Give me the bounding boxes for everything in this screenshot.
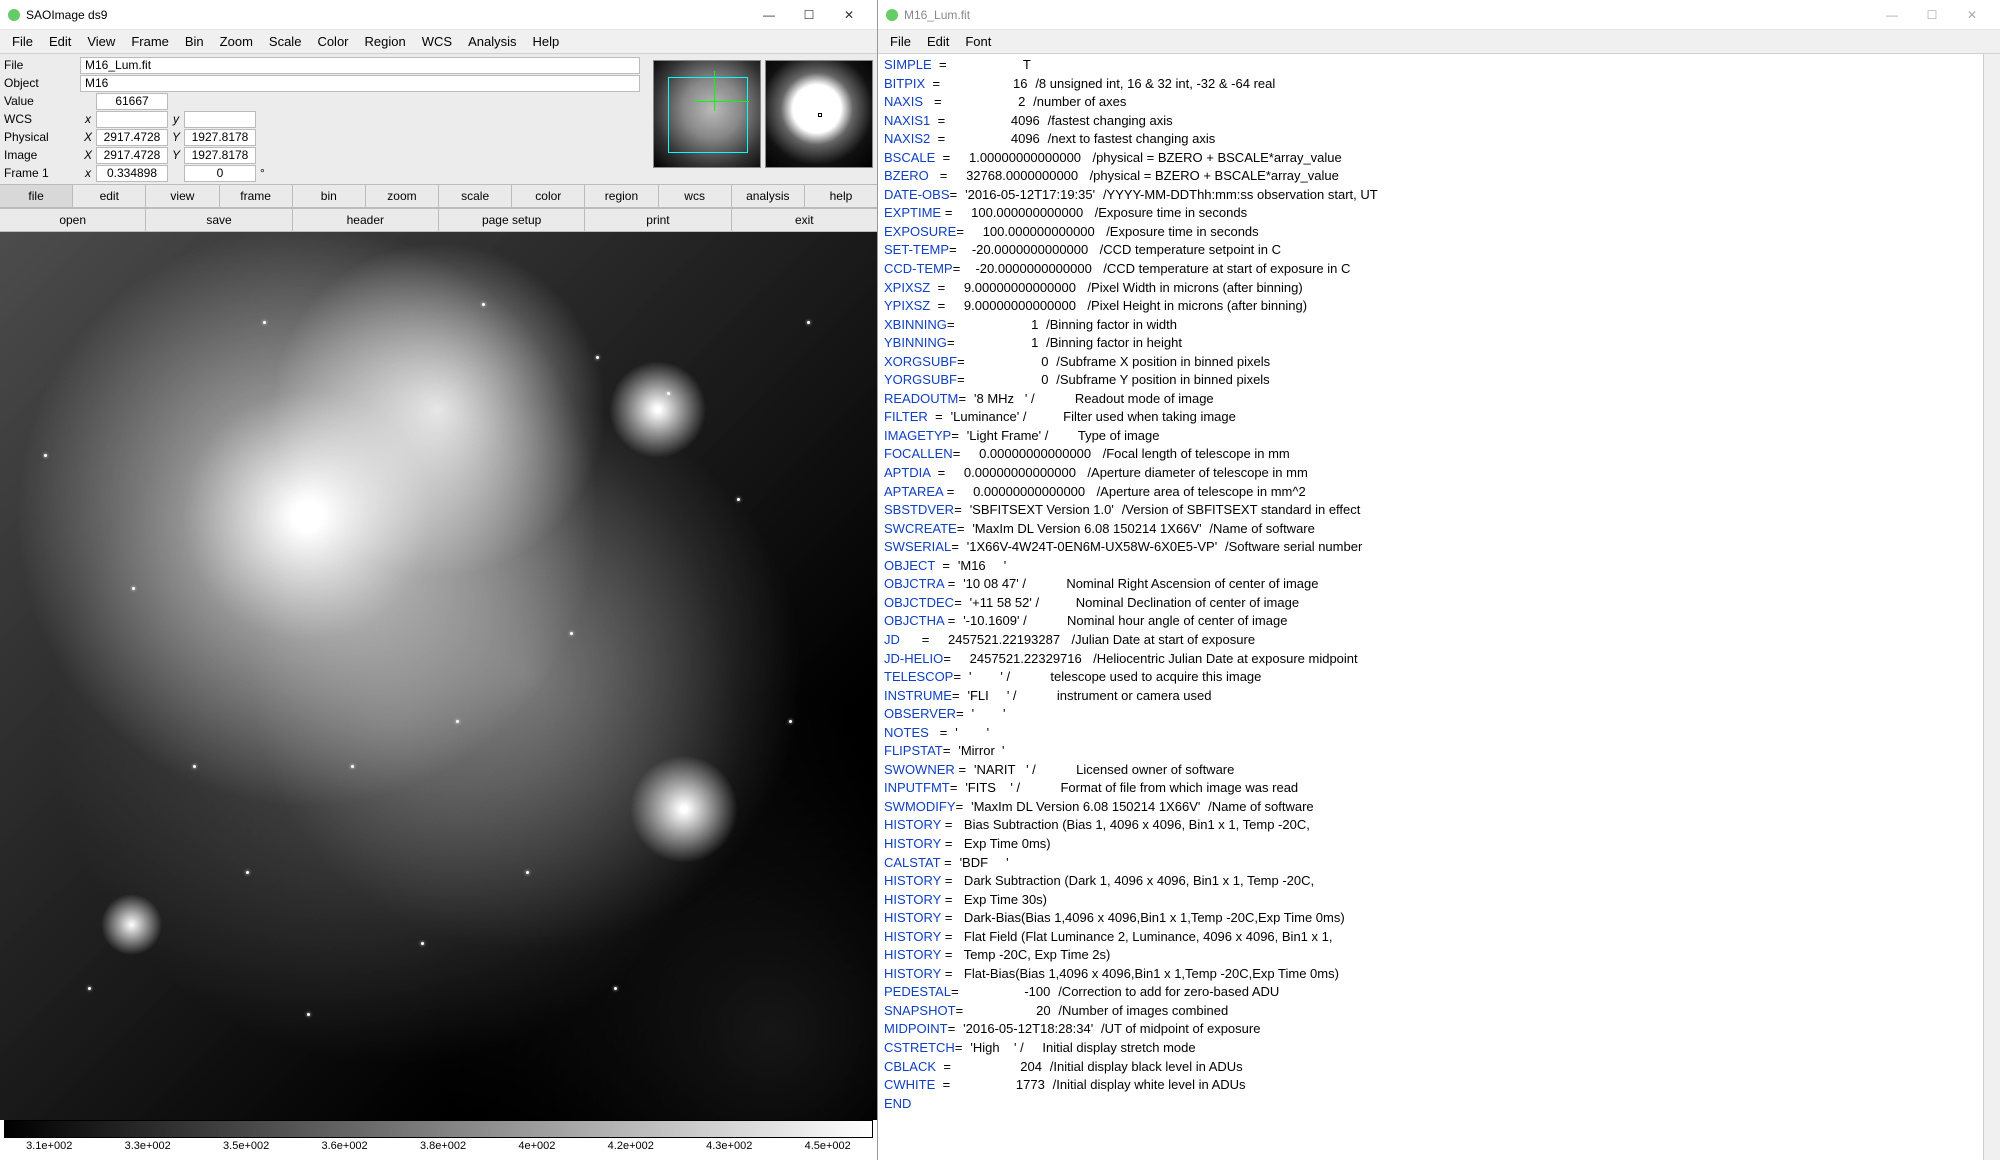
menu-font[interactable]: Font	[957, 32, 999, 51]
tick: 4e+002	[518, 1140, 555, 1152]
info-panel: FileM16_Lum.fit ObjectM16 Value 61667 WCS…	[0, 54, 877, 184]
ds9-app-icon	[8, 9, 20, 21]
sub-button-bar: opensaveheaderpage setupprintexit	[0, 208, 877, 232]
ds9-titlebar[interactable]: SAOImage ds9 — ☐ ✕	[0, 0, 877, 30]
tab-help[interactable]: help	[805, 185, 877, 207]
fits-header-text[interactable]: SIMPLE = T BITPIX = 16 /8 unsigned int, …	[878, 54, 1983, 1160]
header-titlebar[interactable]: M16_Lum.fit — ☐ ✕	[878, 0, 2000, 30]
tick: 3.6e+002	[321, 1140, 367, 1152]
wcs-label: WCS	[0, 112, 80, 126]
btn-page-setup[interactable]: page setup	[439, 209, 585, 231]
object-value: M16	[80, 75, 640, 92]
menu-file[interactable]: File	[882, 32, 919, 51]
close-button[interactable]: ✕	[1952, 1, 1992, 29]
frame-x: 0.334898	[96, 165, 168, 182]
tab-wcs[interactable]: wcs	[659, 185, 732, 207]
tab-analysis[interactable]: analysis	[732, 185, 805, 207]
maximize-button[interactable]: ☐	[1912, 1, 1952, 29]
menu-region[interactable]: Region	[357, 32, 414, 51]
tab-zoom[interactable]: zoom	[366, 185, 439, 207]
tick: 4.5e+002	[805, 1140, 851, 1152]
menu-wcs[interactable]: WCS	[414, 32, 460, 51]
header-menubar: FileEditFont	[878, 30, 2000, 54]
header-title: M16_Lum.fit	[904, 8, 970, 22]
physical-y: 1927.8178	[184, 129, 256, 146]
image-display[interactable]	[0, 232, 877, 1120]
ds9-window: SAOImage ds9 — ☐ ✕ FileEditViewFrameBinZ…	[0, 0, 878, 1160]
menu-edit[interactable]: Edit	[41, 32, 79, 51]
tab-view[interactable]: view	[146, 185, 219, 207]
menu-edit[interactable]: Edit	[919, 32, 957, 51]
main-button-bar: fileeditviewframebinzoomscalecolorregion…	[0, 184, 877, 208]
colorbar-area: 3.1e+002 3.3e+002 3.5e+002 3.6e+002 3.8e+002…	[0, 1120, 877, 1160]
header-window: M16_Lum.fit — ☐ ✕ FileEditFont SIMPLE = …	[878, 0, 2000, 1160]
tab-edit[interactable]: edit	[73, 185, 146, 207]
frame-y: 0	[184, 165, 256, 182]
maximize-button[interactable]: ☐	[789, 1, 829, 29]
image-label: Image	[0, 148, 80, 162]
value-value: 61667	[96, 93, 168, 110]
btn-save[interactable]: save	[146, 209, 292, 231]
close-button[interactable]: ✕	[829, 1, 869, 29]
physical-label: Physical	[0, 130, 80, 144]
menu-help[interactable]: Help	[524, 32, 567, 51]
btn-header[interactable]: header	[293, 209, 439, 231]
value-label: Value	[0, 94, 80, 108]
panner-thumbnail[interactable]	[653, 60, 761, 168]
tab-region[interactable]: region	[585, 185, 658, 207]
btn-open[interactable]: open	[0, 209, 146, 231]
image-y: 1927.8178	[184, 147, 256, 164]
object-label: Object	[0, 76, 80, 90]
menu-frame[interactable]: Frame	[123, 32, 177, 51]
btn-exit[interactable]: exit	[732, 209, 877, 231]
header-app-icon	[886, 9, 898, 21]
magnifier-thumbnail[interactable]	[765, 60, 873, 168]
tick: 4.2e+002	[608, 1140, 654, 1152]
tab-color[interactable]: color	[512, 185, 585, 207]
thumbnail-panel	[649, 56, 877, 182]
tick: 3.5e+002	[223, 1140, 269, 1152]
tab-bin[interactable]: bin	[293, 185, 366, 207]
tick: 3.8e+002	[420, 1140, 466, 1152]
menu-zoom[interactable]: Zoom	[212, 32, 261, 51]
colorbar-ticks: 3.1e+002 3.3e+002 3.5e+002 3.6e+002 3.8e+002…	[0, 1138, 877, 1152]
menu-view[interactable]: View	[79, 32, 123, 51]
file-value: M16_Lum.fit	[80, 57, 640, 74]
menu-analysis[interactable]: Analysis	[460, 32, 524, 51]
file-label: File	[0, 58, 80, 72]
menu-color[interactable]: Color	[309, 32, 356, 51]
tick: 4.3e+002	[706, 1140, 752, 1152]
menu-scale[interactable]: Scale	[261, 32, 310, 51]
tab-file[interactable]: file	[0, 185, 73, 207]
image-x: 2917.4728	[96, 147, 168, 164]
vertical-scrollbar[interactable]	[1983, 54, 2000, 1160]
ds9-title: SAOImage ds9	[26, 8, 107, 22]
minimize-button[interactable]: —	[1872, 1, 1912, 29]
tab-scale[interactable]: scale	[439, 185, 512, 207]
wcs-x	[96, 111, 168, 128]
minimize-button[interactable]: —	[749, 1, 789, 29]
colorbar[interactable]	[4, 1120, 873, 1138]
btn-print[interactable]: print	[585, 209, 731, 231]
menu-file[interactable]: File	[4, 32, 41, 51]
tab-frame[interactable]: frame	[220, 185, 293, 207]
wcs-y	[184, 111, 256, 128]
menu-bin[interactable]: Bin	[177, 32, 212, 51]
frame-label: Frame 1	[0, 166, 80, 180]
tick: 3.3e+002	[125, 1140, 171, 1152]
ds9-menubar: FileEditViewFrameBinZoomScaleColorRegion…	[0, 30, 877, 54]
physical-x: 2917.4728	[96, 129, 168, 146]
tick: 3.1e+002	[26, 1140, 72, 1152]
